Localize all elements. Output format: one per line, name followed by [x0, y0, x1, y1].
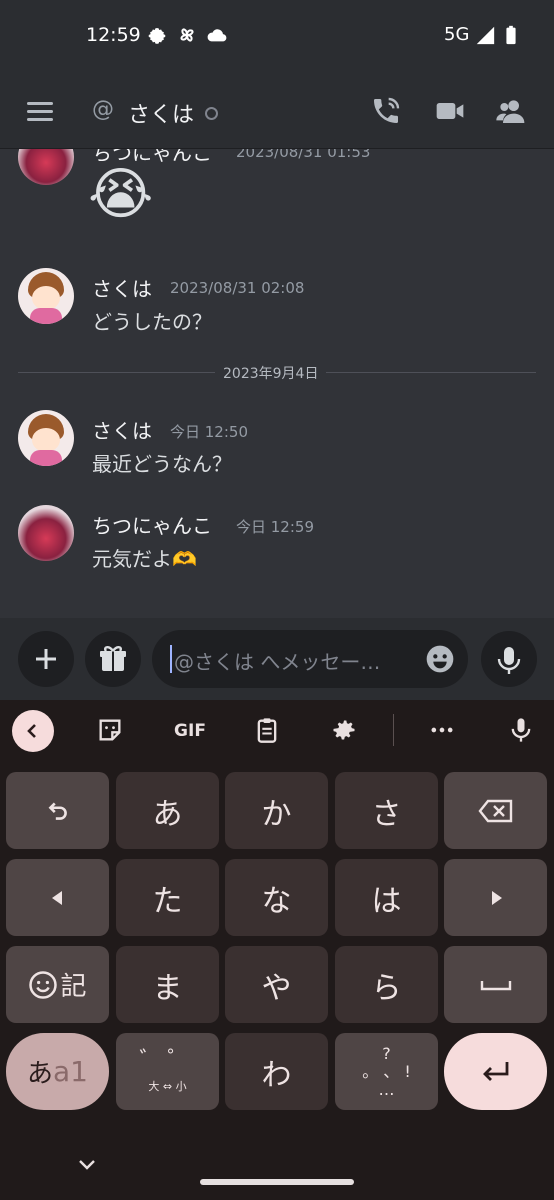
- punctuation-key[interactable]: ? 。 、 ! …: [335, 1033, 438, 1110]
- message-text: 元気だよ🫶: [92, 547, 197, 571]
- call-icon[interactable]: [370, 95, 402, 127]
- key-ya[interactable]: や: [225, 946, 328, 1023]
- message-text: 最近どうなん？: [92, 452, 232, 476]
- gif-button[interactable]: GIF: [168, 714, 212, 748]
- key-na[interactable]: な: [225, 859, 328, 936]
- key-wa[interactable]: わ: [225, 1033, 328, 1110]
- message-input-placeholder: @さくは へメッセー…: [174, 650, 381, 674]
- video-icon[interactable]: [434, 95, 466, 127]
- key-a[interactable]: あ: [116, 772, 219, 849]
- dakuten-sub-label: 大 ⇔ 小: [148, 1079, 187, 1093]
- message-text: 😭: [88, 162, 154, 227]
- home-gesture-bar[interactable]: [200, 1179, 354, 1185]
- status-time: 12:59: [86, 24, 141, 46]
- message-text: どうしたの？: [92, 310, 212, 334]
- message-timestamp: 2023/08/31 01:53: [236, 149, 371, 161]
- punct-top: ?: [382, 1043, 391, 1063]
- avatar[interactable]: [18, 268, 74, 324]
- input-mode-label: あ: [27, 1059, 54, 1089]
- voice-message-button[interactable]: [481, 631, 537, 687]
- menu-icon[interactable]: [27, 97, 53, 126]
- message-author[interactable]: さくは: [92, 273, 152, 302]
- message-timestamp: 2023/08/31 02:08: [170, 279, 305, 297]
- cursor-left-key[interactable]: [6, 859, 109, 936]
- input-mode-sub-label: a1: [53, 1055, 88, 1088]
- arrow-left-icon: [51, 890, 62, 905]
- key-ma[interactable]: ま: [116, 946, 219, 1023]
- gift-icon: [100, 646, 126, 671]
- message-author[interactable]: ちつにゃんこ: [92, 510, 212, 539]
- avatar[interactable]: [18, 410, 74, 466]
- page-title: さくは: [128, 103, 195, 128]
- sticker-icon[interactable]: [96, 716, 124, 744]
- status-bar: 12:59 5G: [0, 0, 554, 75]
- key-sa[interactable]: さ: [335, 772, 438, 849]
- plus-icon: [36, 649, 56, 669]
- battery-icon: [506, 25, 516, 45]
- space-key[interactable]: [444, 946, 547, 1023]
- arrow-right-icon: [491, 890, 502, 905]
- chevron-left-icon: [27, 724, 36, 738]
- microphone-icon: [497, 647, 521, 674]
- enter-icon: [482, 1061, 508, 1081]
- avatar[interactable]: [18, 149, 74, 185]
- backspace-icon: [477, 799, 512, 822]
- message-author[interactable]: さくは: [92, 415, 152, 444]
- channel-header: @ さくは: [0, 75, 554, 149]
- more-icon[interactable]: [428, 716, 456, 744]
- key-ra[interactable]: ら: [335, 946, 438, 1023]
- input-mode-key[interactable]: あ a1: [6, 1033, 109, 1110]
- network-type: 5G: [444, 24, 470, 45]
- at-symbol: @: [92, 97, 114, 122]
- dakuten-key[interactable]: ゛゜ 大 ⇔ 小: [116, 1033, 219, 1110]
- punct-bottom: …: [378, 1079, 395, 1099]
- undo-key[interactable]: [6, 772, 109, 849]
- cloud-icon: [207, 29, 227, 42]
- key-ha[interactable]: は: [335, 859, 438, 936]
- emoji-icon[interactable]: [424, 643, 456, 675]
- backspace-key[interactable]: [444, 772, 547, 849]
- message-input[interactable]: @さくは へメッセー…: [152, 630, 468, 688]
- gift-button[interactable]: [85, 631, 141, 687]
- emoji-key-label: 記: [60, 972, 87, 1002]
- message-timestamp: 今日 12:50: [170, 423, 248, 441]
- keyboard-mic-icon[interactable]: [507, 716, 535, 744]
- offline-status-icon: [205, 107, 218, 120]
- members-icon[interactable]: [495, 95, 527, 127]
- chevron-down-icon[interactable]: [76, 1156, 98, 1174]
- clipboard-icon[interactable]: [253, 716, 281, 744]
- smiley-icon: [29, 970, 58, 999]
- cursor-right-key[interactable]: [444, 859, 547, 936]
- pinwheel-icon: [180, 28, 194, 42]
- message-list[interactable]: ちつにゃんこ 2023/08/31 01:53 😭 さくは 2023/08/31…: [0, 149, 554, 618]
- space-icon: [480, 980, 511, 990]
- key-ka[interactable]: か: [225, 772, 328, 849]
- toolbar-divider: [393, 714, 394, 746]
- emoji-symbol-key[interactable]: 記: [6, 946, 109, 1023]
- signal-icon: [476, 26, 495, 45]
- text-cursor: [170, 645, 172, 673]
- punct-mid: 。 、 !: [362, 1061, 411, 1081]
- key-ta[interactable]: た: [116, 859, 219, 936]
- settings-gear-icon[interactable]: [330, 716, 358, 744]
- message-timestamp: 今日 12:59: [236, 518, 314, 536]
- add-attachment-button[interactable]: [18, 631, 74, 687]
- keyboard-back-button[interactable]: [12, 710, 54, 752]
- undo-icon: [48, 801, 67, 820]
- avatar[interactable]: [18, 505, 74, 561]
- date-divider: 2023年9月4日: [215, 363, 327, 383]
- enter-key[interactable]: [444, 1033, 547, 1110]
- gear-icon: [148, 28, 166, 44]
